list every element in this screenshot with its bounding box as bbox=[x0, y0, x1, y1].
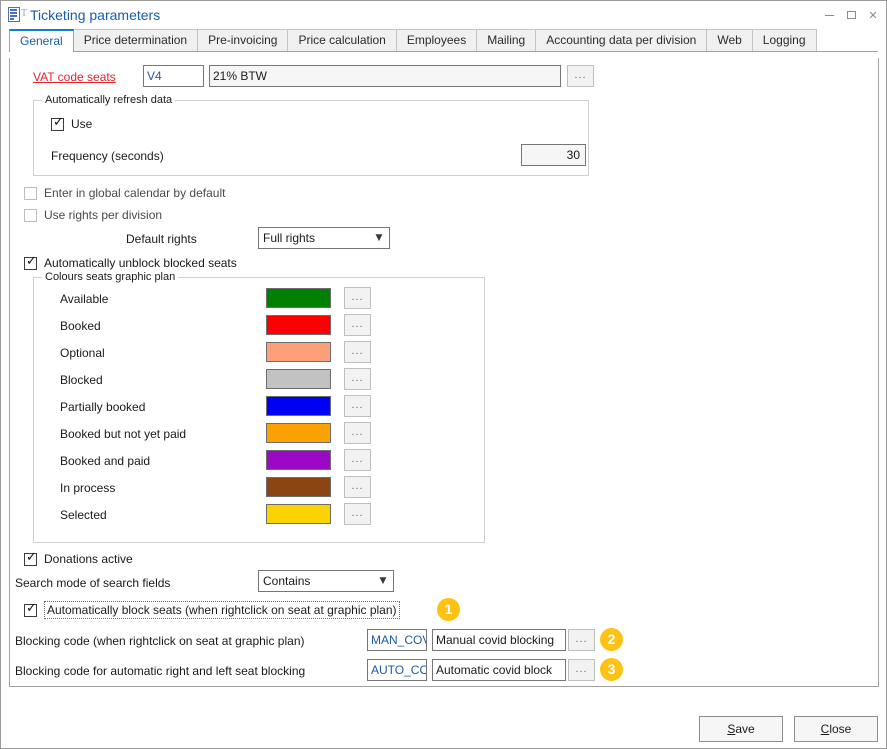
colour-label-blocked: Blocked bbox=[60, 373, 103, 387]
search-mode-label: Search mode of search fields bbox=[15, 576, 171, 590]
colour-swatch-optional bbox=[266, 342, 331, 362]
colour-label-booked-not-paid: Booked but not yet paid bbox=[60, 427, 187, 441]
enter-global-calendar-checkbox[interactable]: Enter in global calendar by default bbox=[24, 186, 225, 200]
colour-swatch-booked-and-paid bbox=[266, 450, 331, 470]
colour-browse-partially-booked[interactable]: ... bbox=[344, 395, 371, 417]
tab-mailing[interactable]: Mailing bbox=[476, 29, 537, 51]
colour-label-partially-booked: Partially booked bbox=[60, 400, 146, 414]
callout-badge-2: 2 bbox=[600, 628, 623, 651]
window-controls: ✕ bbox=[818, 4, 884, 26]
tab-employees[interactable]: Employees bbox=[395, 29, 478, 51]
colour-browse-booked-not-paid[interactable]: ... bbox=[344, 422, 371, 444]
chevron-down-icon: ▼ bbox=[375, 233, 383, 243]
colour-swatch-booked-not-paid bbox=[266, 423, 331, 443]
checkbox-box bbox=[24, 186, 37, 200]
ticketing-parameters-window: T Ticketing parameters ✕ General Price d… bbox=[0, 0, 887, 749]
tab-page-general: VAT code seats V4 21% BTW ... Automatica… bbox=[9, 58, 879, 687]
auto-blocking-browse-button[interactable]: ... bbox=[568, 659, 595, 681]
vat-description-input[interactable]: 21% BTW bbox=[209, 65, 561, 87]
tab-accounting-data-per-division[interactable]: Accounting data per division bbox=[535, 29, 708, 51]
chevron-down-icon: ▼ bbox=[379, 576, 387, 586]
donations-active-label: Donations active bbox=[44, 552, 133, 566]
use-rights-per-division-checkbox[interactable]: Use rights per division bbox=[24, 208, 162, 222]
vat-browse-button[interactable]: ... bbox=[567, 65, 594, 87]
colour-swatch-partially-booked bbox=[266, 396, 331, 416]
close-button[interactable]: Close bbox=[794, 716, 878, 742]
colour-label-in-process: In process bbox=[60, 481, 116, 495]
manual-blocking-code-label: Blocking code (when rightclick on seat a… bbox=[15, 634, 305, 648]
checkbox-box: ✓ bbox=[24, 600, 37, 617]
use-auto-refresh-checkbox[interactable]: ✓ Use bbox=[51, 114, 93, 131]
vat-code-seats-label: VAT code seats bbox=[33, 70, 116, 84]
tab-web[interactable]: Web bbox=[706, 29, 753, 51]
auto-block-seats-checkbox[interactable]: ✓ Automatically block seats (when rightc… bbox=[24, 601, 400, 619]
colour-swatch-selected bbox=[266, 504, 331, 524]
maximize-button[interactable] bbox=[840, 4, 862, 26]
colour-label-available: Available bbox=[60, 292, 109, 306]
colour-browse-booked-and-paid[interactable]: ... bbox=[344, 449, 371, 471]
frequency-input[interactable]: 30 bbox=[521, 144, 586, 166]
default-rights-label: Default rights bbox=[126, 232, 197, 246]
auto-refresh-group: Automatically refresh data ✓ Use Frequen… bbox=[33, 94, 589, 176]
close-label-rest: lose bbox=[829, 722, 852, 736]
title-bar: T Ticketing parameters ✕ bbox=[1, 1, 886, 29]
colour-label-booked-and-paid: Booked and paid bbox=[60, 454, 151, 468]
manual-blocking-description-input[interactable]: Manual covid blocking bbox=[432, 629, 566, 651]
auto-block-seats-label: Automatically block seats (when rightcli… bbox=[44, 601, 400, 619]
close-icon[interactable]: ✕ bbox=[862, 4, 884, 26]
auto-unblock-blocked-seats-checkbox[interactable]: ✓ Automatically unblock blocked seats bbox=[24, 253, 237, 270]
colour-browse-booked[interactable]: ... bbox=[344, 314, 371, 336]
manual-blocking-code-input[interactable]: MAN_COV bbox=[367, 629, 427, 651]
checkbox-box: ✓ bbox=[51, 114, 64, 131]
use-auto-refresh-label: Use bbox=[71, 117, 93, 131]
colour-swatch-in-process bbox=[266, 477, 331, 497]
colour-swatch-booked bbox=[266, 315, 331, 335]
default-rights-select[interactable]: Full rights ▼ bbox=[258, 227, 390, 249]
manual-blocking-browse-button[interactable]: ... bbox=[568, 629, 595, 651]
colour-browse-optional[interactable]: ... bbox=[344, 341, 371, 363]
colour-browse-available[interactable]: ... bbox=[344, 287, 371, 309]
auto-blocking-code-label: Blocking code for automatic right and le… bbox=[15, 664, 306, 678]
tab-bar: General Price determination Pre-invoicin… bbox=[9, 29, 878, 52]
colour-label-selected: Selected bbox=[60, 508, 107, 522]
tab-price-determination[interactable]: Price determination bbox=[72, 29, 199, 51]
donations-active-checkbox[interactable]: ✓ Donations active bbox=[24, 549, 133, 566]
checkbox-box: ✓ bbox=[24, 549, 37, 566]
colour-browse-in-process[interactable]: ... bbox=[344, 476, 371, 498]
colours-seats-group-title: Colours seats graphic plan bbox=[42, 271, 179, 283]
colour-swatch-available bbox=[266, 288, 331, 308]
tab-price-calculation[interactable]: Price calculation bbox=[287, 29, 397, 51]
enter-global-calendar-label: Enter in global calendar by default bbox=[44, 186, 226, 200]
search-mode-select[interactable]: Contains ▼ bbox=[258, 570, 394, 592]
colour-browse-blocked[interactable]: ... bbox=[344, 368, 371, 390]
colours-seats-group: Colours seats graphic plan Available ...… bbox=[33, 271, 485, 543]
colour-label-booked: Booked bbox=[60, 319, 101, 333]
tab-pre-invoicing[interactable]: Pre-invoicing bbox=[197, 29, 289, 51]
vat-code-input[interactable]: V4 bbox=[143, 65, 204, 87]
auto-refresh-group-title: Automatically refresh data bbox=[42, 94, 176, 106]
tab-logging[interactable]: Logging bbox=[751, 29, 817, 51]
search-mode-value: Contains bbox=[263, 574, 311, 588]
callout-badge-3: 3 bbox=[600, 658, 623, 681]
default-rights-value: Full rights bbox=[263, 231, 316, 245]
checkbox-box: ✓ bbox=[24, 253, 37, 270]
colour-browse-selected[interactable]: ... bbox=[344, 503, 371, 525]
auto-blocking-code-input[interactable]: AUTO_CO bbox=[367, 659, 427, 681]
use-rights-per-division-label: Use rights per division bbox=[44, 208, 163, 222]
window-title: Ticketing parameters bbox=[30, 7, 161, 23]
tab-general[interactable]: General bbox=[9, 29, 74, 52]
auto-blocking-description-input[interactable]: Automatic covid block bbox=[432, 659, 566, 681]
auto-unblock-blocked-seats-label: Automatically unblock blocked seats bbox=[44, 256, 237, 270]
save-button[interactable]: Save bbox=[699, 716, 783, 742]
save-label-rest: ave bbox=[735, 722, 755, 736]
frequency-label: Frequency (seconds) bbox=[51, 149, 164, 163]
colour-label-optional: Optional bbox=[60, 346, 105, 360]
minimize-button[interactable] bbox=[818, 4, 840, 26]
callout-badge-1: 1 bbox=[437, 598, 460, 621]
checkbox-box bbox=[24, 208, 37, 222]
colour-swatch-blocked bbox=[266, 369, 331, 389]
form-document-icon: T bbox=[8, 7, 27, 23]
